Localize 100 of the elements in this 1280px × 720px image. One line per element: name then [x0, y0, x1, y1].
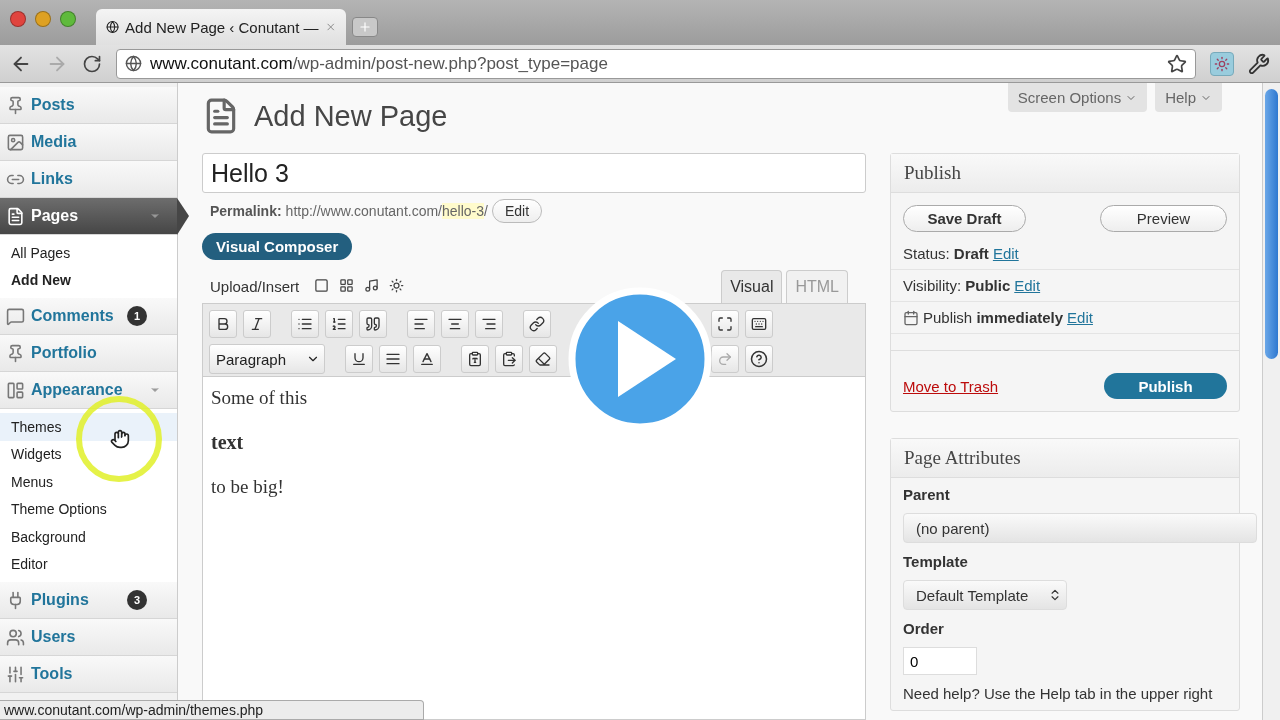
submenu-item[interactable]: Theme Options: [0, 495, 177, 523]
link-icon: [529, 316, 545, 332]
title-field[interactable]: Hello 3: [202, 153, 866, 193]
image-icon: [6, 132, 25, 152]
sidebar-item[interactable]: Portfolio: [0, 335, 177, 372]
order-field[interactable]: 0: [903, 647, 977, 675]
paste-text-button[interactable]: [461, 345, 489, 373]
extension-button[interactable]: [1210, 51, 1234, 76]
submenu-item[interactable]: Add New: [0, 266, 177, 294]
submenu-item[interactable]: Menus: [0, 468, 177, 496]
permalink-url: http://www.conutant.com/hello-3/: [285, 203, 488, 219]
globe-icon: [106, 19, 120, 35]
preview-button[interactable]: Preview: [1100, 205, 1227, 232]
pin-icon: [6, 95, 25, 115]
align-left-button[interactable]: [407, 310, 435, 338]
sidebar-item[interactable]: Users: [0, 619, 177, 656]
numbered-list-button[interactable]: [325, 310, 353, 338]
template-select[interactable]: Default Template: [903, 580, 1067, 610]
screen-options-tab[interactable]: Screen Options: [1007, 83, 1148, 112]
status-bar: www.conutant.com/wp-admin/themes.php: [0, 700, 424, 720]
new-tab-button[interactable]: [352, 17, 378, 37]
quote-button[interactable]: [359, 310, 387, 338]
sidebar-item[interactable]: Media: [0, 124, 177, 161]
submenu-item[interactable]: All Pages: [0, 239, 177, 267]
scrollbar[interactable]: [1262, 83, 1280, 720]
format-select[interactable]: Paragraph: [209, 344, 325, 374]
image-icon[interactable]: [314, 278, 330, 293]
field-label: Template: [903, 553, 969, 570]
justify-icon: [385, 351, 401, 367]
link-button[interactable]: [523, 310, 551, 338]
layout-icon: [6, 380, 25, 400]
align-center-button[interactable]: [441, 310, 469, 338]
sidebar-item[interactable]: Tools: [0, 656, 177, 693]
bullet-list-button[interactable]: [291, 310, 319, 338]
underline-button[interactable]: [345, 345, 373, 373]
italic-icon: [249, 316, 265, 332]
count-badge: 1: [127, 306, 147, 326]
text-color-icon: [419, 351, 435, 367]
users-icon: [6, 627, 25, 647]
star-icon[interactable]: [1167, 53, 1187, 74]
help-button[interactable]: [745, 345, 773, 373]
sidebar-item[interactable]: Comments 1: [0, 298, 177, 335]
paste-text-icon: [467, 351, 483, 367]
numbered-list-icon: [331, 316, 347, 332]
permalink-label: Permalink:: [210, 203, 282, 219]
align-center-icon: [447, 316, 463, 332]
bold-button[interactable]: [209, 310, 237, 338]
help-icon: [750, 350, 768, 368]
publish-setting: Visibility: Public: [903, 277, 1011, 294]
redo-icon: [717, 351, 733, 367]
sidebar-item[interactable]: Appearance: [0, 372, 177, 409]
publish-setting: Publish immediately: [923, 309, 1064, 326]
field-label: Order: [903, 620, 945, 637]
browser-tab[interactable]: Add New Page ‹ Conutant —: [96, 9, 346, 45]
editor-tab[interactable]: Visual: [721, 270, 783, 303]
field-label: Parent: [903, 486, 951, 503]
italic-button[interactable]: [243, 310, 271, 338]
justify-button[interactable]: [379, 345, 407, 373]
sidebar-item[interactable]: Posts: [0, 87, 177, 124]
close-light[interactable]: [10, 10, 26, 27]
tools-icon: [6, 664, 25, 684]
hand-cursor-icon: [110, 429, 130, 449]
calendar-icon: [903, 309, 919, 326]
sun-icon: [1214, 55, 1230, 72]
edit-link[interactable]: Edit: [992, 245, 1019, 262]
edit-link[interactable]: Edit: [1067, 309, 1093, 326]
align-right-button[interactable]: [475, 310, 503, 338]
help-text: Need help? Use the Help tab in the upper right: [903, 685, 1214, 702]
sidebar-item[interactable]: Pages: [0, 198, 177, 235]
bold-icon: [215, 316, 231, 332]
save-draft-button[interactable]: Save Draft: [903, 205, 1026, 232]
sidebar-item[interactable]: Links: [0, 161, 177, 198]
pin-icon: [6, 343, 25, 363]
wrench-icon[interactable]: [1248, 52, 1270, 75]
submenu-item[interactable]: Editor: [0, 550, 177, 578]
publish-setting: Status: Draft: [903, 245, 989, 262]
paste-word-button[interactable]: [495, 345, 523, 373]
fullscreen-button[interactable]: [711, 310, 739, 338]
text-color-button[interactable]: [413, 345, 441, 373]
submenu-item[interactable]: Themes: [0, 413, 177, 441]
parent-select[interactable]: (no parent): [903, 513, 1257, 543]
submenu-item[interactable]: Background: [0, 523, 177, 551]
edit-link[interactable]: Edit: [1014, 277, 1041, 294]
kitchen-sink-button[interactable]: [745, 310, 773, 338]
help-tab[interactable]: Help: [1155, 83, 1222, 112]
bullet-list-icon: [297, 316, 313, 332]
visual-composer-button[interactable]: Visual Composer: [202, 233, 353, 260]
edit-button[interactable]: Edit: [491, 199, 543, 223]
eraser-icon: [535, 351, 551, 367]
sidebar-item[interactable]: Plugins 3: [0, 582, 177, 619]
move-to-trash-link[interactable]: Move to Trash: [903, 377, 999, 395]
publish-button[interactable]: Publish: [1104, 373, 1227, 399]
reload-icon[interactable]: [82, 53, 102, 74]
address-bar[interactable]: www.conutant.com/wp-admin/post-new.php?post_type=page: [116, 48, 1196, 79]
music-icon[interactable]: [364, 278, 380, 293]
eraser-button[interactable]: [529, 345, 557, 373]
paragraph: text: [211, 431, 245, 454]
submenu-item[interactable]: Widgets: [0, 440, 177, 468]
page-title: Add New Page: [254, 99, 448, 133]
scroll-thumb[interactable]: [1265, 89, 1278, 359]
